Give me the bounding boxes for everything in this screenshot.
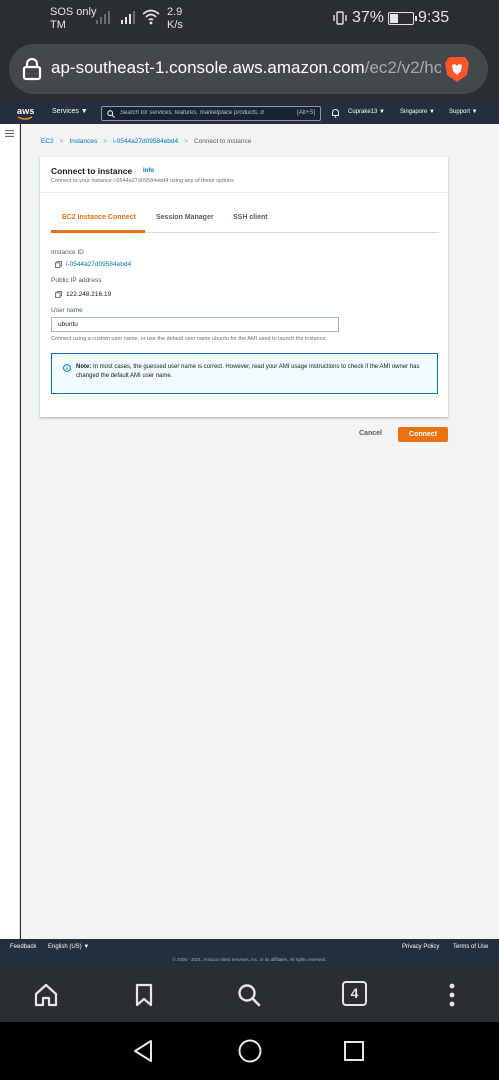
side-nav-strip (0, 124, 20, 939)
bookmark-icon[interactable] (131, 982, 157, 1008)
breadcrumb-instance-id[interactable]: i-0544a27d09584ebd4 (113, 138, 178, 145)
username-help-text: Connect using a custom user name, or use… (51, 336, 328, 342)
breadcrumb-ec2[interactable]: EC2 (41, 138, 54, 145)
browser-address-area: ap-southeast-1.console.aws.amazon.com/ec… (0, 38, 499, 100)
clock: 9:35 (418, 9, 450, 26)
home-icon[interactable] (33, 982, 59, 1008)
tab-ec2-instance-connect[interactable]: EC2 Instance Connect (62, 214, 136, 221)
url-host: ap-southeast-1.console.aws.amazon.com (51, 58, 365, 77)
battery-percent: 37% (352, 9, 385, 26)
feedback-link[interactable]: Feedback (10, 944, 36, 950)
copy-icon[interactable] (55, 291, 62, 298)
home-circle-icon[interactable] (237, 1038, 263, 1064)
more-options-icon[interactable] (439, 982, 465, 1008)
tab-session-manager[interactable]: Session Manager (156, 214, 214, 221)
copy-icon[interactable] (55, 261, 62, 268)
aws-logo[interactable]: aws (17, 106, 35, 116)
brave-lion-icon[interactable] (442, 54, 472, 84)
search-placeholder: Search for services, features, marketpla… (120, 110, 264, 116)
services-menu[interactable]: Services ▼ (52, 108, 88, 115)
chevron-right-icon: > (103, 138, 108, 145)
aws-footer: Feedback English (US) ▼ Privacy Policy T… (0, 939, 499, 966)
breadcrumb-instances[interactable]: Instances (69, 138, 97, 145)
connect-card: Connect to instance Info Connect to your… (40, 157, 448, 417)
connect-button[interactable]: Connect (398, 427, 448, 442)
support-menu[interactable]: Support ▼ (449, 109, 478, 115)
lock-icon (22, 57, 42, 81)
page-title: Connect to instance (51, 166, 133, 176)
search-icon[interactable] (236, 982, 262, 1008)
info-circle-icon (63, 364, 71, 372)
search-shortcut: [Alt+S] (297, 110, 315, 116)
address-bar[interactable]: ap-southeast-1.console.aws.amazon.com/ec… (9, 44, 488, 94)
chevron-right-icon: > (184, 138, 188, 145)
instance-id-label: Instance ID (51, 249, 84, 256)
main-content: EC2 > Instances > i-0544a27d09584ebd4 > Connec… (21, 124, 499, 939)
aws-smile-icon (17, 116, 33, 120)
carrier-label: SOS only TM (50, 6, 97, 31)
card-description: Connect to your instance i-0544a27d09584… (51, 178, 234, 184)
bell-icon[interactable] (331, 108, 340, 118)
cancel-button[interactable]: Cancel (353, 427, 388, 441)
android-nav-bar (0, 1022, 499, 1080)
vibrate-icon (333, 11, 347, 25)
active-tab-indicator (51, 230, 145, 233)
search-icon (107, 110, 115, 118)
username-label: User name (51, 307, 83, 314)
copyright-text: © 2008 - 2021, Amazon Web Services, Inc.… (172, 957, 327, 962)
signal-icon (96, 11, 110, 24)
tab-ssh-client[interactable]: SSH client (233, 214, 268, 221)
region-menu[interactable]: Singapore ▼ (400, 109, 435, 115)
note-alert: Note: In most cases, the guessed user na… (51, 353, 438, 394)
note-text: Note: In most cases, the guessed user na… (76, 363, 431, 381)
back-icon[interactable] (131, 1038, 157, 1064)
breadcrumb-current: Connect to instance (193, 138, 252, 145)
chevron-right-icon: > (59, 138, 64, 145)
privacy-policy-link[interactable]: Privacy Policy (402, 944, 439, 950)
recents-icon[interactable] (341, 1038, 367, 1064)
card-header: Connect to instance Info Connect to your… (40, 157, 448, 193)
signal-strength-icon (121, 11, 135, 24)
info-link[interactable]: Info (143, 168, 154, 174)
public-ip-label: Public IP address (51, 277, 102, 284)
language-selector[interactable]: English (US) ▼ (48, 944, 89, 950)
username-input[interactable] (51, 317, 339, 332)
browser-toolbar: 4 (0, 966, 499, 1022)
hamburger-icon[interactable] (5, 130, 14, 137)
terms-of-use-link[interactable]: Terms of Use (453, 944, 488, 950)
instance-id-value[interactable]: i-0544a27d09584ebd4 (66, 261, 131, 268)
phone-status-bar: SOS only TM 2.9 K/s 37% 9:35 (0, 0, 499, 38)
battery-icon (388, 12, 417, 25)
note-body: In most cases, the guessed user name is … (76, 364, 420, 379)
breadcrumb: EC2 > Instances > i-0544a27d09584ebd4 > Connec… (41, 138, 251, 145)
aws-top-nav: aws Services ▼ Search for services, feat… (0, 102, 499, 124)
account-menu[interactable]: Cuprake13 ▼ (348, 109, 385, 115)
public-ip-value: 122.248.216.19 (66, 291, 112, 298)
network-speed: 2.9 K/s (167, 6, 183, 31)
url-text[interactable]: ap-southeast-1.console.aws.amazon.com/ec… (51, 58, 441, 78)
tab-count-button[interactable]: 4 (342, 981, 367, 1006)
url-path: /ec2/v2/hor (364, 58, 441, 77)
connect-tabs: EC2 Instance Connect Session Manager SSH… (51, 205, 439, 233)
wifi-icon (142, 9, 160, 25)
note-label: Note: (76, 364, 92, 370)
console-search[interactable]: Search for services, features, marketpla… (101, 106, 321, 121)
